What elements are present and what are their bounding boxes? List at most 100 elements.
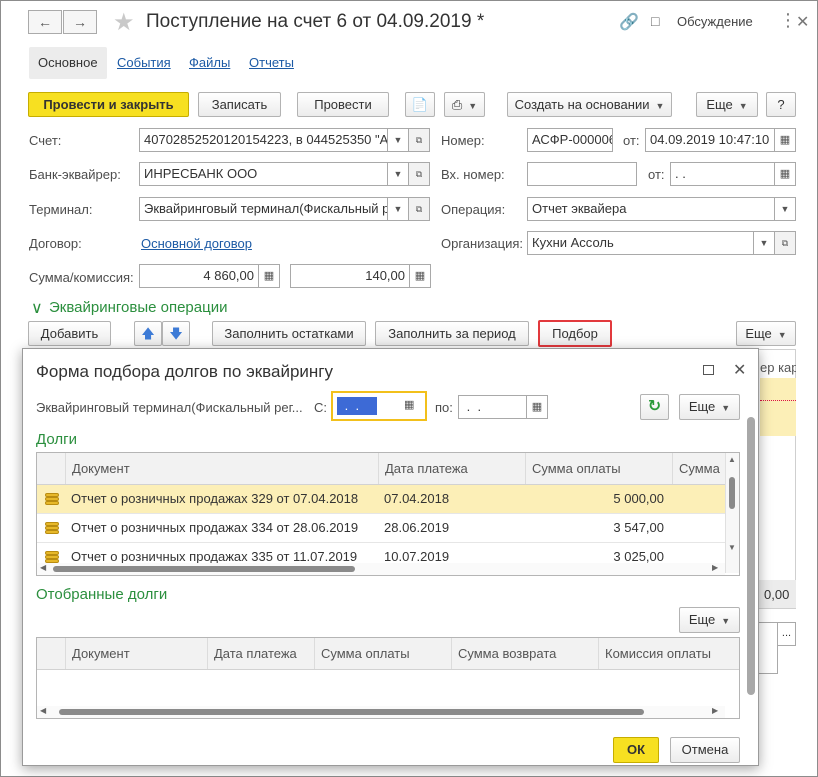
terminal-filter-label: Эквайринговый терминал(Фискальный рег... xyxy=(36,400,303,415)
debts-title: Долги xyxy=(36,431,77,448)
calendar-icon[interactable]: ▦ xyxy=(404,398,414,411)
column-payment-commission[interactable]: Комиссия оплаты xyxy=(598,638,725,669)
open-icon[interactable]: ⧉ xyxy=(409,128,430,152)
sum-field[interactable]: 4 860,00 xyxy=(139,264,259,288)
open-icon[interactable]: ⧉ xyxy=(409,197,430,221)
calculator-icon[interactable]: ▦ xyxy=(410,264,431,288)
print-button[interactable]: ⎙ ▼ xyxy=(444,92,485,117)
scrollbar-thumb[interactable] xyxy=(729,477,735,509)
chevron-down-icon[interactable]: ▼ xyxy=(754,231,775,255)
discussion-link[interactable]: Обсуждение xyxy=(677,14,753,29)
scrollbar-thumb[interactable] xyxy=(59,709,644,715)
from-date-field[interactable]: . . ▦ xyxy=(331,391,427,421)
open-icon[interactable]: ⧉ xyxy=(775,231,796,255)
section-more-button[interactable]: Еще ▼ xyxy=(736,321,796,346)
dialog-more-button[interactable]: Еще ▼ xyxy=(679,394,740,420)
ellipsis-button[interactable]: ... xyxy=(778,622,796,646)
move-down-icon[interactable]: 🡇 xyxy=(162,321,190,346)
post-button[interactable]: Провести xyxy=(297,92,389,117)
column-document[interactable]: Документ xyxy=(65,638,207,669)
contract-link[interactable]: Основной договор xyxy=(141,236,252,251)
link-icon[interactable]: 🔗 xyxy=(619,12,639,32)
column-payment-date[interactable]: Дата платежа xyxy=(207,638,314,669)
row-date: 28.06.2019 xyxy=(384,520,450,535)
chevron-down-icon[interactable]: ▼ xyxy=(388,197,409,221)
help-button[interactable]: ? xyxy=(766,92,796,117)
menu-dots-icon[interactable]: ⋮ xyxy=(779,10,797,31)
selected-more-button[interactable]: Еще ▼ xyxy=(679,607,740,633)
fill-balances-button[interactable]: Заполнить остатками xyxy=(212,321,366,346)
document-coins-icon xyxy=(45,493,59,505)
account-field[interactable]: 40702852520120154223, в 044525350 "АГ xyxy=(139,128,388,152)
scroll-left-icon[interactable]: ◀ xyxy=(40,706,46,715)
column-document[interactable]: Документ xyxy=(65,453,378,484)
close-icon[interactable]: ✕ xyxy=(733,360,746,380)
favorite-star-icon[interactable]: ★ xyxy=(113,8,135,37)
vertical-scrollbar[interactable]: ▲ ▼ xyxy=(725,453,739,573)
cancel-button[interactable]: Отмена xyxy=(670,737,740,763)
incoming-number-field[interactable] xyxy=(527,162,637,186)
organization-field[interactable]: Кухни Ассоль xyxy=(527,231,754,255)
move-up-icon[interactable]: 🡅 xyxy=(134,321,162,346)
post-and-close-button[interactable]: Провести и закрыть xyxy=(28,92,189,117)
scrollbar-thumb[interactable] xyxy=(53,566,355,572)
debts-table: Документ Дата платежа Сумма оплаты Сумма… xyxy=(36,452,740,576)
close-icon[interactable]: ✕ xyxy=(796,12,809,32)
calendar-icon[interactable]: ▦ xyxy=(527,395,548,419)
selection-button[interactable]: Подбор xyxy=(538,320,612,347)
more-button[interactable]: Еще ▼ xyxy=(696,92,758,117)
tab-main[interactable]: Основное xyxy=(29,47,107,79)
tab-reports[interactable]: Отчеты xyxy=(240,47,303,79)
account-label: Счет: xyxy=(29,133,62,148)
maximize-icon[interactable] xyxy=(703,365,714,375)
ok-button[interactable]: ОК xyxy=(613,737,659,763)
forward-button[interactable]: → xyxy=(63,10,97,34)
add-button[interactable]: Добавить xyxy=(28,321,111,346)
calendar-icon[interactable]: ▦ xyxy=(775,162,796,186)
scroll-right-icon[interactable]: ▶ xyxy=(712,563,718,572)
terminal-field[interactable]: Эквайринговый терминал(Фискальный р xyxy=(139,197,388,221)
operation-field[interactable]: Отчет эквайера xyxy=(527,197,775,221)
refresh-icon[interactable]: ↻ xyxy=(640,394,669,420)
back-button[interactable]: ← xyxy=(28,10,62,34)
save-button[interactable]: Записать xyxy=(198,92,281,117)
document-journal-icon[interactable]: 📄 xyxy=(405,92,435,117)
column-payment-date[interactable]: Дата платежа xyxy=(378,453,525,484)
incoming-date-field[interactable]: . . xyxy=(670,162,775,186)
row-sum: 5 000,00 xyxy=(613,491,664,506)
commission-field[interactable]: 140,00 xyxy=(290,264,410,288)
tab-files[interactable]: Файлы xyxy=(180,47,239,79)
to-date-field[interactable]: . . xyxy=(458,395,527,419)
sum-label: Сумма/комиссия: xyxy=(29,270,134,285)
fill-period-button[interactable]: Заполнить за период xyxy=(375,321,529,346)
scroll-right-icon[interactable]: ▶ xyxy=(712,706,718,715)
column-payment-sum[interactable]: Сумма оплаты xyxy=(314,638,451,669)
scroll-left-icon[interactable]: ◀ xyxy=(40,563,46,572)
horizontal-scrollbar[interactable]: ◀ ▶ xyxy=(37,563,725,575)
collapse-chevron-icon[interactable]: ∨ xyxy=(31,298,43,318)
chat-icon[interactable]: □ xyxy=(651,13,659,29)
calendar-icon[interactable]: ▦ xyxy=(775,128,796,152)
column-sum[interactable]: Сумма xyxy=(672,453,732,484)
tab-events[interactable]: События xyxy=(108,47,180,79)
dialog-scrollbar-thumb[interactable] xyxy=(747,417,755,695)
table-row[interactable]: Отчет о розничных продажах 329 от 07.04.… xyxy=(37,485,739,514)
date-field[interactable]: 04.09.2019 10:47:10 xyxy=(645,128,775,152)
number-field[interactable]: АСФР-000006 xyxy=(527,128,613,152)
chevron-down-icon[interactable]: ▼ xyxy=(388,162,409,186)
section-title[interactable]: Эквайринговые операции xyxy=(49,299,227,316)
chevron-down-icon[interactable]: ▼ xyxy=(388,128,409,152)
column-refund-sum[interactable]: Сумма возврата xyxy=(451,638,598,669)
horizontal-scrollbar[interactable]: ◀ ▶ xyxy=(37,706,725,718)
table-row[interactable]: Отчет о розничных продажах 334 от 28.06.… xyxy=(37,514,739,543)
column-payment-sum[interactable]: Сумма оплаты xyxy=(525,453,672,484)
incoming-number-label: Вх. номер: xyxy=(441,167,505,182)
create-based-on-button[interactable]: Создать на основании ▼ xyxy=(507,92,672,117)
scroll-down-icon[interactable]: ▼ xyxy=(728,543,736,552)
chevron-down-icon[interactable]: ▼ xyxy=(775,197,796,221)
comment-field-edge[interactable] xyxy=(759,622,778,674)
calculator-icon[interactable]: ▦ xyxy=(259,264,280,288)
open-icon[interactable]: ⧉ xyxy=(409,162,430,186)
bank-field[interactable]: ИНРЕСБАНК ООО xyxy=(139,162,388,186)
scroll-up-icon[interactable]: ▲ xyxy=(728,455,736,464)
